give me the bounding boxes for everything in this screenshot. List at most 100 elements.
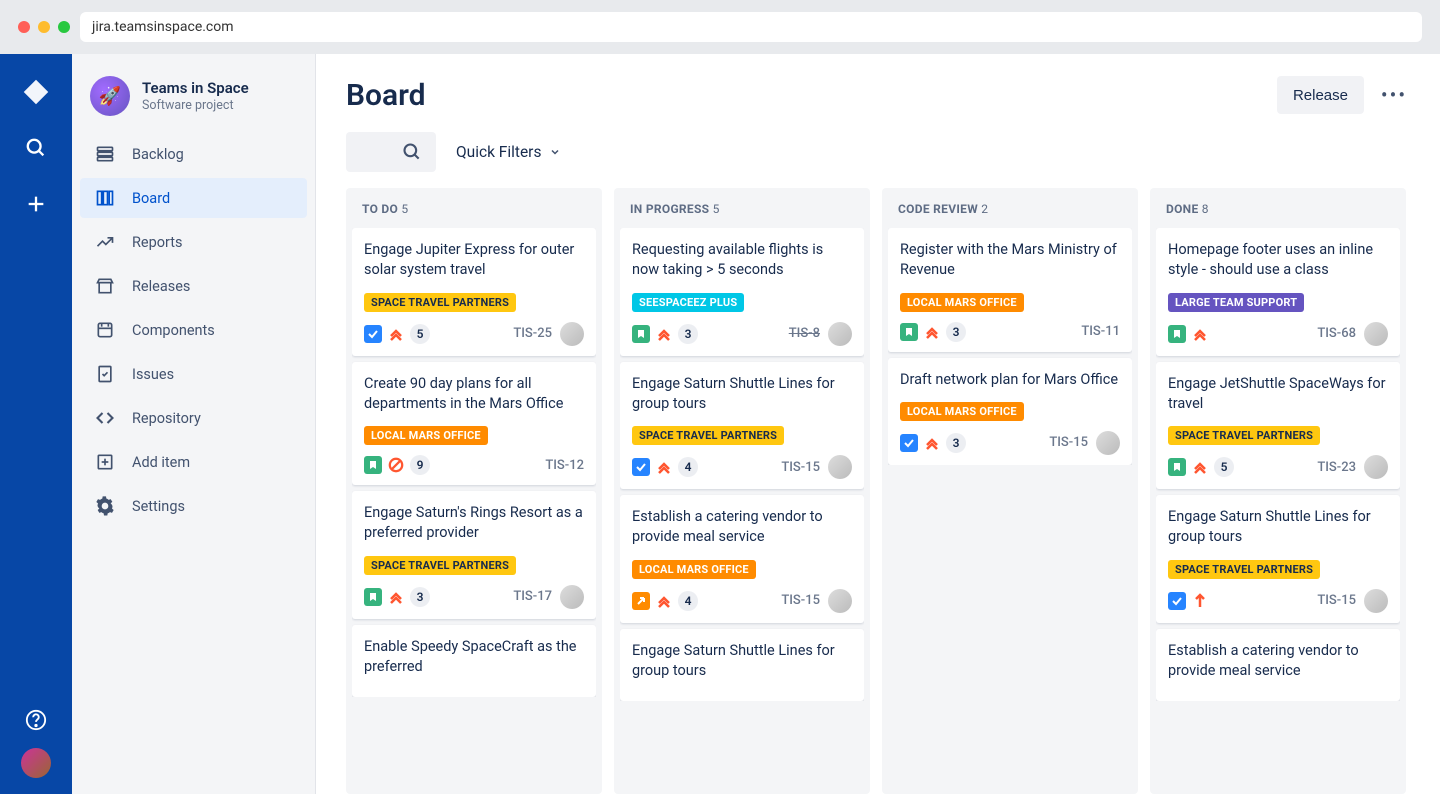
backlog-icon <box>94 143 116 165</box>
sidebar-item-add-item[interactable]: Add item <box>80 442 307 482</box>
assignee-avatar[interactable] <box>1364 322 1388 346</box>
assignee-avatar[interactable] <box>828 455 852 479</box>
card-title: Engage JetShuttle SpaceWays for travel <box>1168 374 1388 415</box>
column-header: IN PROGRESS 5 <box>620 198 864 228</box>
issue-card[interactable]: Enable Speedy SpaceCraft as the preferre… <box>352 625 596 698</box>
priority-icon <box>656 459 672 475</box>
issue-id: TIS-15 <box>781 593 820 608</box>
issue-card[interactable]: Homepage footer uses an inline style - s… <box>1156 228 1400 356</box>
assignee-avatar[interactable] <box>828 322 852 346</box>
story-points: 9 <box>410 455 430 475</box>
assignee-avatar[interactable] <box>828 589 852 613</box>
sidebar-item-label: Add item <box>132 454 190 471</box>
search-icon[interactable] <box>22 134 50 162</box>
sidebar-item-repository[interactable]: Repository <box>80 398 307 438</box>
issue-card[interactable]: Establish a catering vendor to provide m… <box>620 495 864 623</box>
priority-icon <box>388 326 404 342</box>
issue-id: TIS-8 <box>789 326 820 341</box>
issues-icon <box>94 363 116 385</box>
issue-card[interactable]: Engage Saturn's Rings Resort as a prefer… <box>352 491 596 619</box>
profile-avatar[interactable] <box>21 748 51 778</box>
sidebar-item-backlog[interactable]: Backlog <box>80 134 307 174</box>
priority-icon <box>1192 459 1208 475</box>
close-window-icon[interactable] <box>18 21 30 33</box>
board-search-button[interactable] <box>346 132 436 172</box>
issue-card[interactable]: Engage Jupiter Express for outer solar s… <box>352 228 596 356</box>
issue-card[interactable]: Engage JetShuttle SpaceWays for travelSP… <box>1156 362 1400 490</box>
issue-card[interactable]: Create 90 day plans for all departments … <box>352 362 596 486</box>
main-content: Board Release ••• Quick Filters TO DO 5E… <box>316 54 1440 794</box>
sidebar-item-reports[interactable]: Reports <box>80 222 307 262</box>
epic-badge: SPACE TRAVEL PARTNERS <box>632 426 784 445</box>
more-menu-icon[interactable]: ••• <box>1378 79 1410 111</box>
release-button[interactable]: Release <box>1277 76 1364 114</box>
story-points: 3 <box>946 322 966 342</box>
sidebar-item-issues[interactable]: Issues <box>80 354 307 394</box>
column-to-do: TO DO 5Engage Jupiter Express for outer … <box>346 188 602 794</box>
epic-badge: LARGE TEAM SUPPORT <box>1168 293 1304 312</box>
url-bar[interactable]: jira.teamsinspace.com <box>80 12 1422 42</box>
issue-card[interactable]: Engage Saturn Shuttle Lines for group to… <box>620 629 864 702</box>
issue-card[interactable]: Engage Saturn Shuttle Lines for group to… <box>620 362 864 490</box>
sidebar-item-releases[interactable]: Releases <box>80 266 307 306</box>
sidebar-item-board[interactable]: Board <box>80 178 307 218</box>
minimize-window-icon[interactable] <box>38 21 50 33</box>
issue-card[interactable]: Register with the Mars Ministry of Reven… <box>888 228 1132 352</box>
maximize-window-icon[interactable] <box>58 21 70 33</box>
issue-id: TIS-15 <box>1049 435 1088 450</box>
issue-card[interactable]: Draft network plan for Mars OfficeLOCAL … <box>888 358 1132 465</box>
jira-logo-icon[interactable] <box>22 78 50 106</box>
column-done: DONE 8Homepage footer uses an inline sty… <box>1150 188 1406 794</box>
story-points: 3 <box>678 324 698 344</box>
column-code-review: CODE REVIEW 2Register with the Mars Mini… <box>882 188 1138 794</box>
sidebar-item-settings[interactable]: Settings <box>80 486 307 526</box>
window-controls <box>18 21 70 33</box>
issue-card[interactable]: Establish a catering vendor to provide m… <box>1156 629 1400 702</box>
browser-chrome: jira.teamsinspace.com <box>0 0 1440 54</box>
story-type-icon <box>632 325 650 343</box>
issue-id: TIS-68 <box>1317 326 1356 341</box>
sidebar-item-components[interactable]: Components <box>80 310 307 350</box>
assignee-avatar[interactable] <box>1364 455 1388 479</box>
project-type: Software project <box>142 98 249 113</box>
assignee-avatar[interactable] <box>560 585 584 609</box>
story-points: 5 <box>1214 457 1234 477</box>
priority-icon <box>1192 326 1208 342</box>
issue-card[interactable]: Engage Saturn Shuttle Lines for group to… <box>1156 495 1400 623</box>
column-header: CODE REVIEW 2 <box>888 198 1132 228</box>
assignee-avatar[interactable] <box>1364 589 1388 613</box>
epic-badge: LOCAL MARS OFFICE <box>900 402 1024 421</box>
add-item-icon <box>94 451 116 473</box>
project-header[interactable]: 🚀 Teams in Space Software project <box>80 76 307 134</box>
assignee-avatar[interactable] <box>1096 431 1120 455</box>
epic-badge: SPACE TRAVEL PARTNERS <box>364 293 516 312</box>
issue-id: TIS-25 <box>513 326 552 341</box>
column-header: TO DO 5 <box>352 198 596 228</box>
quick-filters-dropdown[interactable]: Quick Filters <box>456 143 561 161</box>
column-name: CODE REVIEW <box>898 202 978 216</box>
board-icon <box>94 187 116 209</box>
priority-icon <box>924 324 940 340</box>
page-title: Board <box>346 78 426 113</box>
project-name: Teams in Space <box>142 79 249 97</box>
issue-card[interactable]: Requesting available flights is now taki… <box>620 228 864 356</box>
sidebar-item-label: Backlog <box>132 146 184 163</box>
story-type-icon <box>364 588 382 606</box>
create-icon[interactable] <box>22 190 50 218</box>
priority-icon <box>924 435 940 451</box>
help-icon[interactable] <box>22 706 50 734</box>
story-type-icon <box>1168 458 1186 476</box>
assignee-avatar[interactable] <box>560 322 584 346</box>
story-points: 4 <box>678 457 698 477</box>
issue-id: TIS-15 <box>781 460 820 475</box>
card-title: Engage Saturn Shuttle Lines for group to… <box>1168 507 1388 548</box>
story-points: 3 <box>946 433 966 453</box>
url-text: jira.teamsinspace.com <box>92 19 234 35</box>
epic-badge: LOCAL MARS OFFICE <box>364 426 488 445</box>
column-name: IN PROGRESS <box>630 202 709 216</box>
epic-badge: SPACE TRAVEL PARTNERS <box>1168 560 1320 579</box>
issue-id: TIS-23 <box>1317 460 1356 475</box>
reports-icon <box>94 231 116 253</box>
sidebar-item-label: Releases <box>132 278 190 295</box>
epic-badge: SPACE TRAVEL PARTNERS <box>364 556 516 575</box>
